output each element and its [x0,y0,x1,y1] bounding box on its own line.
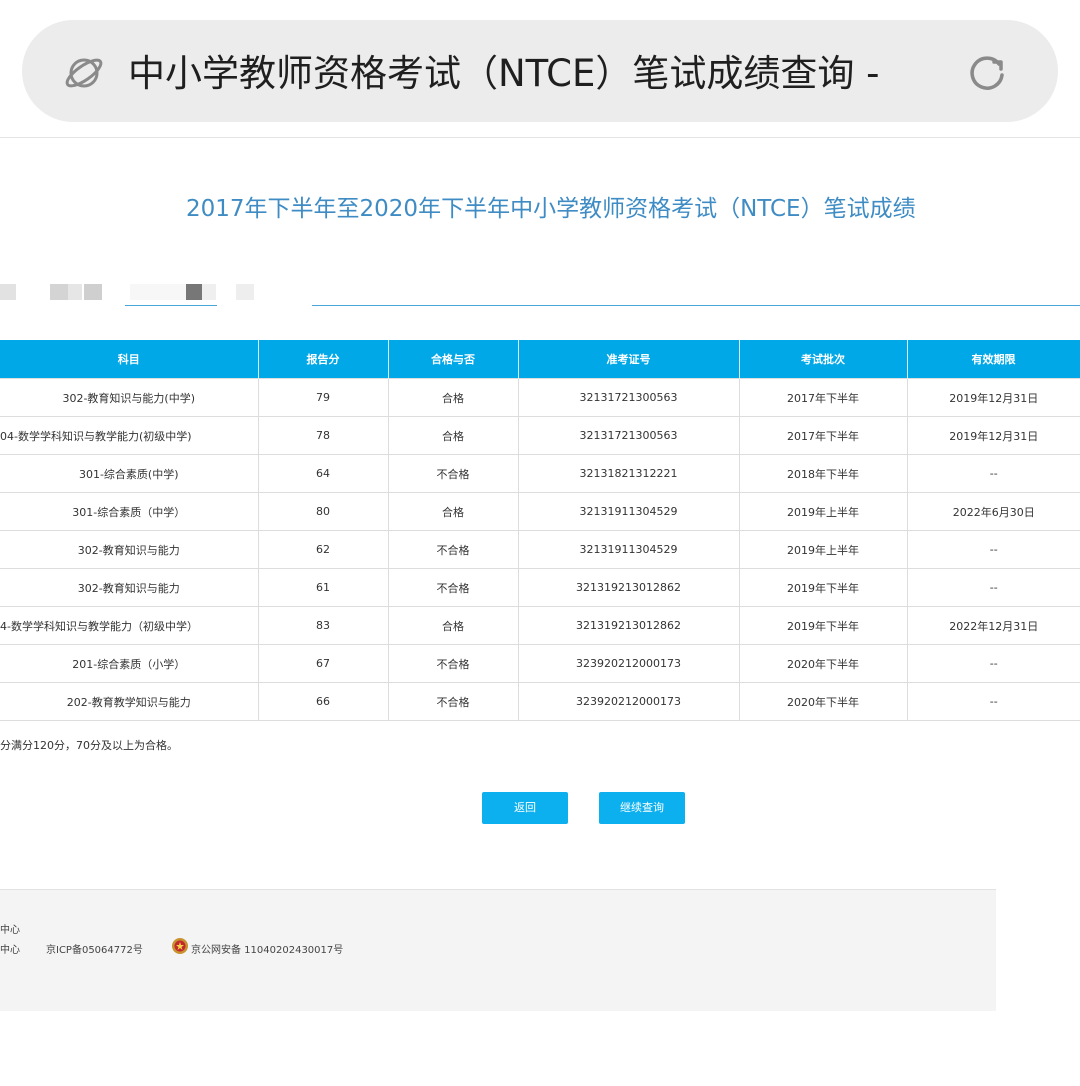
subject-cell: 302-教育知识与能力(中学) [0,378,259,417]
divider [125,305,217,306]
column-header-subject: 科目 [0,340,259,379]
valid-cell: -- [906,568,1080,607]
valid-cell: 2022年12月31日 [906,606,1080,645]
table-row: 4-数学学科知识与教学能力（初级中学） 83 合格 32131921301286… [0,606,1080,645]
score-cell: 61 [257,568,389,607]
batch-cell: 2019年下半年 [738,606,908,645]
valid-cell: 2022年6月30日 [906,492,1080,531]
subject-cell: 302-教育知识与能力 [0,530,259,569]
table-row: 04-数学学科知识与教学能力(初级中学) 78 合格 3213172130056… [0,416,1080,455]
score-cell: 62 [257,530,389,569]
footer-org-line-1: 中心 [0,925,20,936]
valid-cell: -- [906,454,1080,493]
pass-cell: 合格 [387,492,519,531]
batch-cell: 2020年下半年 [738,644,908,683]
batch-cell: 2019年下半年 [738,568,908,607]
page-title-in-address-bar[interactable]: 中小学教师资格考试（NTCE）笔试成绩查询 - [128,46,908,102]
pass-cell: 不合格 [387,644,519,683]
table-row: 201-综合素质（小学） 67 不合格 323920212000173 2020… [0,644,1080,683]
back-button[interactable]: 返回 [482,792,568,824]
ticket-cell: 321319213012862 [517,606,740,645]
subject-cell: 201-综合素质（小学） [0,644,259,683]
ticket-cell: 32131821312221 [517,454,740,493]
pass-cell: 不合格 [387,530,519,569]
score-table: 科目 报告分 合格与否 准考证号 考试批次 有效期限 302-教育知识与能力(中… [0,340,1080,721]
subject-cell: 302-教育知识与能力 [0,568,259,607]
ticket-cell: 321319213012862 [517,568,740,607]
column-header-exam-batch: 考试批次 [739,340,908,379]
batch-cell: 2019年上半年 [738,492,908,531]
table-row: 301-综合素质（中学） 80 合格 32131911304529 2019年上… [0,492,1080,531]
subject-cell: 202-教育教学知识与能力 [0,682,259,721]
score-cell: 67 [257,644,389,683]
table-row: 302-教育知识与能力 62 不合格 32131911304529 2019年上… [0,530,1080,569]
ticket-cell: 32131721300563 [517,378,740,417]
public-security-record-link[interactable]: 京公网安备 11040202430017号 [191,941,343,956]
score-note: 分满分120分，70分及以上为合格。 [0,739,178,752]
batch-cell: 2017年下半年 [738,378,908,417]
police-badge-icon [172,938,188,954]
ticket-cell: 32131911304529 [517,492,740,531]
pass-cell: 不合格 [387,682,519,721]
table-row: 202-教育教学知识与能力 66 不合格 323920212000173 202… [0,682,1080,721]
page-heading: 2017年下半年至2020年下半年中小学教师资格考试（NTCE）笔试成绩 [186,196,916,222]
ticket-cell: 323920212000173 [517,644,740,683]
redacted-candidate-info [0,284,270,304]
pass-cell: 不合格 [387,568,519,607]
browser-address-area: 中小学教师资格考试（NTCE）笔试成绩查询 - [0,0,1080,138]
subject-cell: 301-综合素质(中学) [0,454,259,493]
column-header-pass: 合格与否 [388,340,519,379]
column-header-valid-until: 有效期限 [907,340,1080,379]
pass-cell: 合格 [387,416,519,455]
table-row: 302-教育知识与能力 61 不合格 321319213012862 2019年… [0,568,1080,607]
valid-cell: -- [906,530,1080,569]
valid-cell: 2019年12月31日 [906,416,1080,455]
column-header-ticket-number: 准考证号 [518,340,740,379]
valid-cell: -- [906,682,1080,721]
ticket-cell: 32131721300563 [517,416,740,455]
score-cell: 64 [257,454,389,493]
score-cell: 78 [257,416,389,455]
icp-license-link[interactable]: 京ICP备05064772号 [46,941,143,956]
ticket-cell: 32131911304529 [517,530,740,569]
score-cell: 66 [257,682,389,721]
pass-cell: 合格 [387,378,519,417]
pass-cell: 不合格 [387,454,519,493]
valid-cell: 2019年12月31日 [906,378,1080,417]
pass-cell: 合格 [387,606,519,645]
reload-icon[interactable] [964,50,1010,96]
batch-cell: 2019年上半年 [738,530,908,569]
table-header-row: 科目 报告分 合格与否 准考证号 考试批次 有效期限 [0,340,1080,379]
batch-cell: 2020年下半年 [738,682,908,721]
footer-org-line-2: 中心 [0,945,20,956]
score-cell: 83 [257,606,389,645]
batch-cell: 2018年下半年 [738,454,908,493]
ticket-cell: 323920212000173 [517,682,740,721]
batch-cell: 2017年下半年 [738,416,908,455]
score-cell: 79 [257,378,389,417]
divider [312,305,1080,306]
subject-cell: 301-综合素质（中学） [0,492,259,531]
subject-cell: 4-数学学科知识与教学能力（初级中学） [0,606,259,645]
column-header-score: 报告分 [258,340,389,379]
score-cell: 80 [257,492,389,531]
valid-cell: -- [906,644,1080,683]
table-row: 301-综合素质(中学) 64 不合格 32131821312221 2018年… [0,454,1080,493]
table-row: 302-教育知识与能力(中学) 79 合格 32131721300563 201… [0,378,1080,417]
continue-query-button[interactable]: 继续查询 [599,792,685,824]
planet-icon [65,58,103,88]
subject-cell: 04-数学学科知识与教学能力(初级中学) [0,416,259,455]
footer: 中心 中心 京ICP备05064772号 京公网安备 1104020243001… [0,889,996,1011]
